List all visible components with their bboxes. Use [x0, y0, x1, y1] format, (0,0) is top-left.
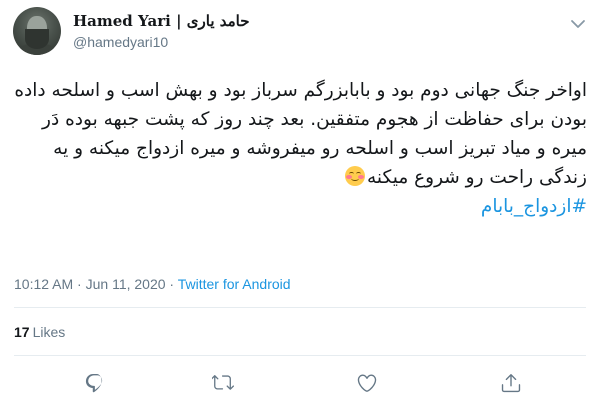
- share-icon[interactable]: [500, 372, 522, 394]
- author-display-name[interactable]: 𝐇amed Yari | حامد یاری: [73, 12, 250, 30]
- tweet-card: 𝐇amed Yari | حامد یاری @hamedyari10 اواخ…: [0, 0, 599, 405]
- author-name-row[interactable]: 𝐇amed Yari | حامد یاری: [73, 12, 250, 30]
- smiling-face-blush-emoji: [345, 166, 366, 186]
- author-handle[interactable]: @hamedyari10: [73, 34, 168, 50]
- divider: [14, 355, 586, 356]
- meta-separator: ·: [77, 276, 82, 292]
- likes-label: Likes: [32, 324, 66, 340]
- hashtag-link[interactable]: #ازدواج_بابام: [481, 196, 587, 217]
- action-bar: [0, 362, 599, 402]
- tweet-time[interactable]: 10:12 AM: [14, 276, 73, 292]
- reply-icon[interactable]: [84, 372, 106, 394]
- tweet-meta: 10:12 AM · Jun 11, 2020 · Twitter for An…: [14, 276, 291, 292]
- likes-number: 17: [14, 324, 30, 340]
- tweet-date[interactable]: Jun 11, 2020: [86, 276, 166, 292]
- tweet-body: اواخر جنگ جهانی دوم بود و بابابزرگم سربا…: [14, 80, 587, 188]
- likes-count[interactable]: 17 Likes: [14, 324, 65, 340]
- meta-separator: ·: [169, 276, 175, 292]
- tweet-text: اواخر جنگ جهانی دوم بود و بابابزرگم سربا…: [7, 76, 587, 221]
- avatar[interactable]: [13, 7, 61, 55]
- retweet-icon[interactable]: [212, 372, 234, 394]
- divider: [14, 307, 586, 308]
- chevron-down-icon[interactable]: [568, 14, 588, 34]
- heart-icon[interactable]: [356, 372, 378, 394]
- tweet-source-link[interactable]: Twitter for Android: [178, 276, 291, 292]
